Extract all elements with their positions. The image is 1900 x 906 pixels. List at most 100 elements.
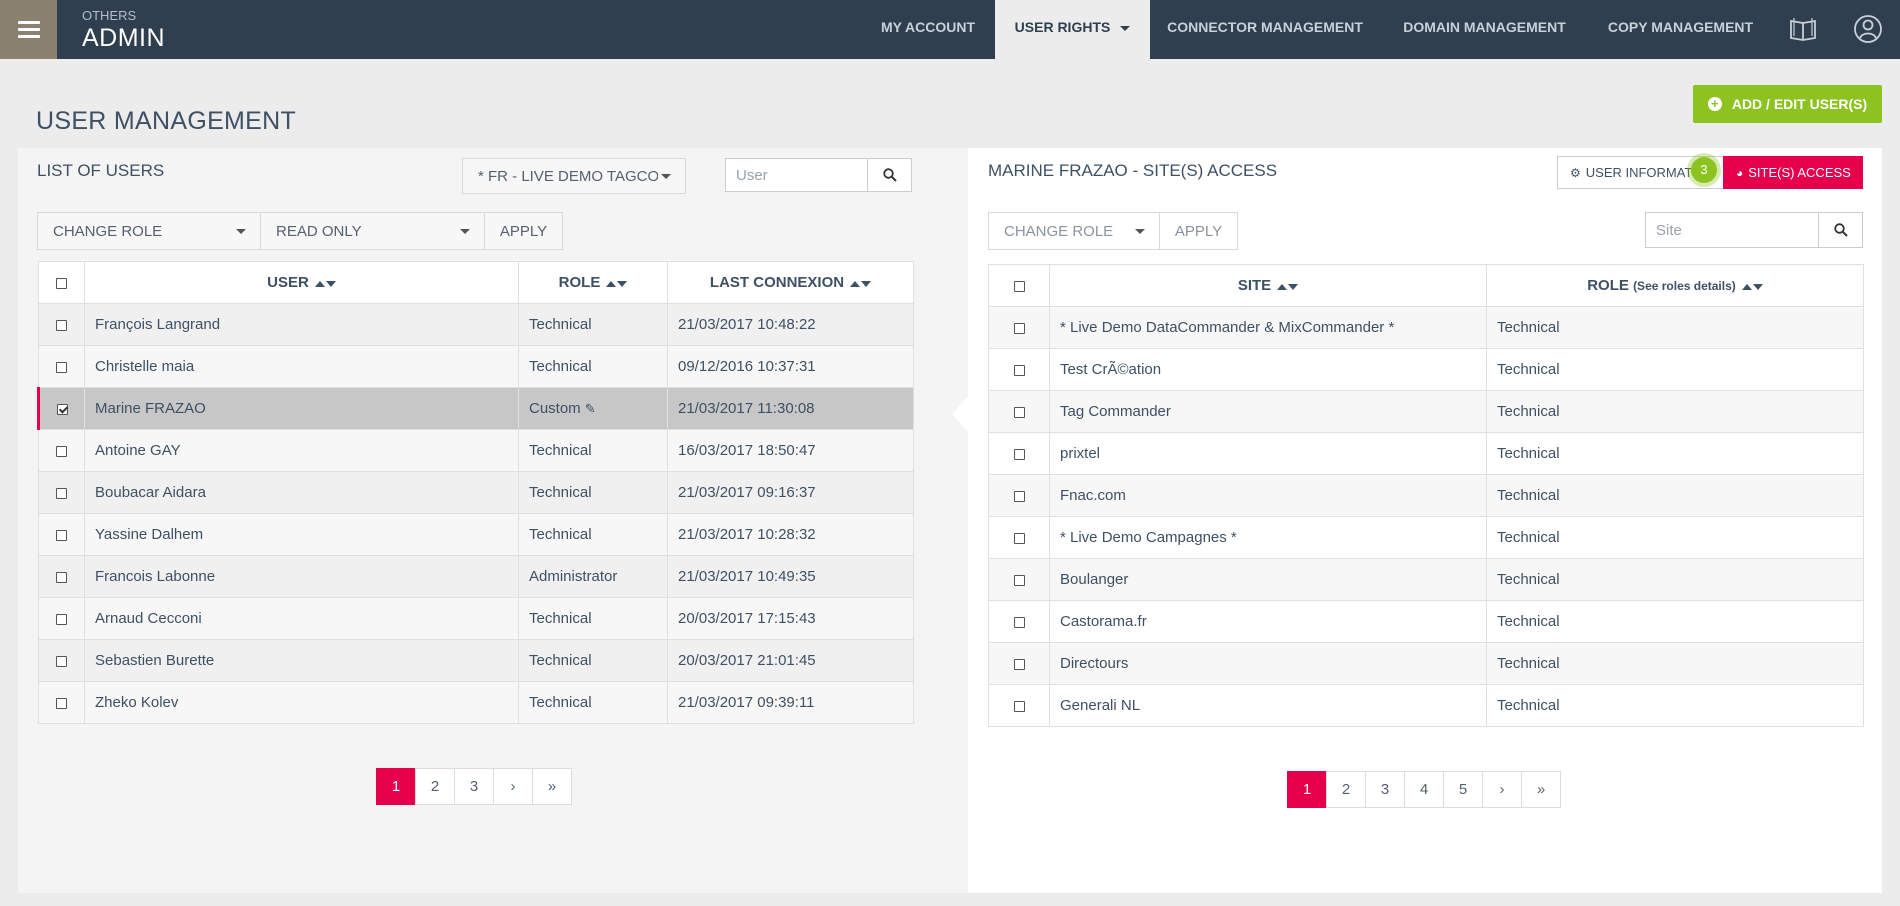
user-checkbox[interactable] (56, 697, 67, 709)
site-checkbox[interactable] (1013, 574, 1025, 586)
user-row[interactable]: Boubacar Aidara Technical 21/03/2017 09:16… (38, 471, 914, 514)
column-last-label: LAST CONNEXION (709, 273, 845, 291)
site-checkbox[interactable] (1013, 532, 1025, 544)
nav-my-account[interactable]: MY ACCOUNT (868, 0, 988, 59)
user-icon[interactable] (1853, 14, 1883, 44)
pencil-icon[interactable]: ✎ (585, 401, 596, 416)
hamburger-menu-button[interactable] (0, 0, 57, 59)
site-row[interactable]: Castorama.fr Technical (988, 600, 1864, 643)
app-title: ADMIN (82, 24, 166, 52)
user-checkbox[interactable] (56, 445, 67, 457)
site-name: prixtel (1049, 432, 1487, 475)
user-checkbox[interactable] (56, 655, 67, 667)
user-row[interactable]: Yassine Dalhem Technical 21/03/2017 10:28:… (38, 513, 914, 556)
page-button[interactable]: 4 (1404, 771, 1444, 808)
column-role[interactable]: ROLE (518, 261, 668, 304)
page-button[interactable]: 1 (1287, 771, 1327, 808)
site-row[interactable]: Generali NL Technical (988, 684, 1864, 727)
roles-details-link[interactable]: (See roles details) (1633, 279, 1736, 293)
user-checkbox[interactable] (56, 613, 67, 625)
page-button[interactable]: 3 (1365, 771, 1405, 808)
user-checkbox-cell (38, 639, 85, 682)
page-button[interactable]: 1 (376, 768, 416, 805)
user-last-connexion: 21/03/2017 11:30:08 (667, 387, 914, 430)
page-button[interactable]: 3 (454, 768, 494, 805)
add-edit-users-label: ADD / EDIT USER(S) (1731, 96, 1868, 112)
page-button[interactable]: 2 (1326, 771, 1366, 808)
site-search-button[interactable] (1818, 212, 1863, 248)
site-checkbox[interactable] (1013, 700, 1025, 712)
site-access-tab[interactable]: ◕ SITE(S) ACCESS (1723, 156, 1863, 189)
user-role: Technical (518, 639, 668, 682)
user-row[interactable]: Francois Labonne Administrator 21/03/2017 … (38, 555, 914, 598)
user-row[interactable]: Antoine GAY Technical 16/03/2017 18:50:47 (38, 429, 914, 472)
page-button[interactable]: » (1521, 771, 1561, 808)
user-row[interactable]: François Langrand Technical 21/03/2017 10:… (38, 303, 914, 346)
site-row[interactable]: Boulanger Technical (988, 558, 1864, 601)
add-edit-users-button[interactable]: + ADD / EDIT USER(S) (1693, 85, 1882, 123)
user-name: Yassine Dalhem (84, 513, 519, 556)
site-checkbox[interactable] (1013, 406, 1025, 418)
change-role-dropdown[interactable]: CHANGE ROLE (37, 212, 261, 250)
site-checkbox[interactable] (1013, 364, 1025, 376)
column-site[interactable]: SITE (1049, 264, 1487, 307)
site-checkbox[interactable] (1013, 616, 1025, 628)
column-user[interactable]: USER (84, 261, 519, 304)
top-navbar: OTHERS ADMIN MY ACCOUNT USER RIGHTS CONN… (0, 0, 1900, 59)
users-list-title: LIST OF USERS (37, 161, 165, 180)
user-search-button[interactable] (867, 158, 912, 192)
user-row[interactable]: Sebastien Burette Technical 20/03/2017 21:… (38, 639, 914, 682)
page-button[interactable]: 5 (1443, 771, 1483, 808)
nav-user-rights[interactable]: USER RIGHTS (995, 0, 1150, 59)
user-search-input[interactable]: User (725, 158, 868, 192)
site-row[interactable]: Directours Technical (988, 642, 1864, 685)
nav-domain-management[interactable]: DOMAIN MANAGEMENT (1392, 0, 1577, 59)
site-search-input[interactable]: Site (1645, 212, 1819, 248)
select-all-sites-checkbox[interactable] (1013, 280, 1025, 292)
user-row[interactable]: Arnaud Cecconi Technical 20/03/2017 17:15:… (38, 597, 914, 640)
user-last-connexion: 21/03/2017 10:49:35 (667, 555, 914, 598)
site-select-dropdown[interactable]: * FR - LIVE DEMO TAGCOMMANDER (462, 158, 686, 194)
site-checkbox-cell (988, 600, 1050, 643)
select-all-checkbox[interactable] (56, 277, 67, 289)
hamburger-icon (17, 20, 40, 39)
site-row[interactable]: Test CrÃ©ation Technical (988, 348, 1864, 391)
user-row[interactable]: Christelle maia Technical 09/12/2016 10:37… (38, 345, 914, 388)
column-site-role[interactable]: ROLE (See roles details) (1486, 264, 1864, 307)
user-last-connexion: 21/03/2017 10:48:22 (667, 303, 914, 346)
apply-role-button[interactable]: APPLY (484, 212, 563, 250)
user-row[interactable]: Zheko Kolev Technical 21/03/2017 09:39:11 (38, 681, 914, 724)
user-checkbox[interactable] (56, 529, 67, 541)
site-checkbox[interactable] (1013, 448, 1025, 460)
user-checkbox-cell (38, 681, 85, 724)
page-button[interactable]: › (1482, 771, 1522, 808)
site-checkbox[interactable] (1013, 490, 1025, 502)
site-row[interactable]: * Live Demo Campagnes * Technical (988, 516, 1864, 559)
user-row[interactable]: Marine FRAZAO Custom ✎ 21/03/2017 11:30:08 (37, 387, 914, 430)
nav-copy-management[interactable]: COPY MANAGEMENT (1598, 0, 1763, 59)
user-name: François Langrand (84, 303, 519, 346)
site-apply-button[interactable]: APPLY (1159, 212, 1238, 250)
site-row[interactable]: prixtel Technical (988, 432, 1864, 475)
site-name: * Live Demo Campagnes * (1049, 516, 1487, 559)
site-change-role-dropdown[interactable]: CHANGE ROLE (988, 212, 1160, 250)
site-row[interactable]: Fnac.com Technical (988, 474, 1864, 517)
site-checkbox[interactable] (1013, 658, 1025, 670)
site-row[interactable]: Tag Commander Technical (988, 390, 1864, 433)
user-checkbox[interactable] (56, 403, 68, 415)
column-last-connexion[interactable]: LAST CONNEXION (667, 261, 914, 304)
user-checkbox[interactable] (56, 361, 67, 373)
nav-connector-management[interactable]: CONNECTOR MANAGEMENT (1160, 0, 1370, 59)
page-button[interactable]: 2 (415, 768, 455, 805)
book-icon[interactable] (1788, 14, 1818, 44)
site-row[interactable]: * Live Demo DataCommander & MixCommander… (988, 306, 1864, 349)
change-role-label: CHANGE ROLE (53, 222, 163, 240)
user-checkbox[interactable] (56, 487, 67, 499)
page-button[interactable]: » (532, 768, 572, 805)
read-only-dropdown[interactable]: READ ONLY (260, 212, 485, 250)
site-name: * Live Demo DataCommander & MixCommander… (1049, 306, 1487, 349)
site-checkbox[interactable] (1013, 322, 1025, 334)
page-button[interactable]: › (493, 768, 533, 805)
user-checkbox[interactable] (56, 571, 67, 583)
user-checkbox[interactable] (56, 319, 67, 331)
